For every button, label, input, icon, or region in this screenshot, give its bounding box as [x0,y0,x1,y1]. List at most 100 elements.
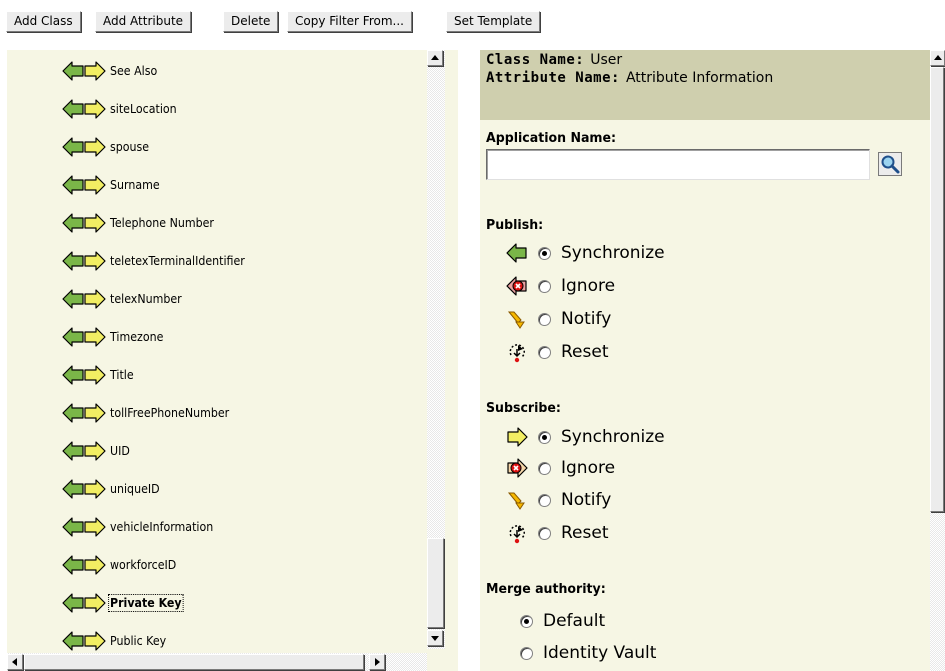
tree-item[interactable]: Public Key [62,628,171,654]
right-arrow-icon [507,427,528,447]
tree-horizontal-scrollbar[interactable] [7,653,427,671]
tree-item-label: Title [110,368,134,382]
tree-item-label: Surname [110,178,160,192]
scroll-right-button[interactable] [369,654,385,670]
tree-item-label: uniqueID [110,482,160,496]
tree-item-label: telexNumber [110,292,182,306]
publish-ignore-radio[interactable] [538,279,551,293]
publish-notify-radio[interactable] [538,312,551,326]
publish-synchronize-radio[interactable] [538,246,551,260]
tree-item[interactable]: siteLocation [62,96,182,122]
tree-item[interactable]: Telephone Number [62,210,223,236]
bidirectional-arrows-icon [62,99,106,119]
merge-default-radio[interactable] [520,614,533,628]
publish-ignore-option[interactable]: Ignore [506,273,615,299]
bidirectional-arrows-icon [62,479,106,499]
publish-synchronize-label: Synchronize [561,243,665,263]
tree-item-label: See Also [110,64,158,78]
attribute-name-row: Attribute Name: Attribute Information [486,70,773,86]
bidirectional-arrows-icon [62,289,106,309]
merge-identity-vault-radio[interactable] [520,646,533,660]
publish-reset-radio[interactable] [538,345,551,359]
subscribe-reset-option[interactable]: Reset [506,520,609,546]
attribute-tree: See Also siteLocation spouse Surname Tel… [7,50,458,671]
tree-item[interactable]: uniqueID [62,476,164,502]
tree-item[interactable]: telexNumber [62,286,188,312]
publish-notify-option[interactable]: Notify [506,306,611,332]
tree-item-label: spouse [110,140,150,154]
browse-button[interactable] [878,152,902,176]
tree-item[interactable]: spouse [62,134,152,160]
ignore-icon [506,276,527,296]
tree-item-label: Private Key [108,594,184,612]
subscribe-notify-option[interactable]: Notify [506,487,611,513]
publish-synchronize-option[interactable]: Synchronize [506,240,665,266]
tree-item[interactable]: Timezone [62,324,168,350]
class-name-label: Class Name: [486,52,585,68]
scroll-thumb[interactable] [24,654,364,670]
left-arrow-icon [506,243,527,263]
scroll-down-button[interactable] [427,630,443,646]
tree-item[interactable]: vehicleInformation [62,514,222,540]
scroll-left-button[interactable] [7,654,23,670]
bidirectional-arrows-icon [62,517,106,537]
tree-vertical-scrollbar[interactable] [427,50,445,649]
tree-item[interactable]: Surname [62,172,164,198]
publish-reset-label: Reset [561,342,609,362]
scroll-up-button[interactable] [930,50,945,66]
notify-icon [507,492,525,510]
arrow-down-icon [431,636,439,641]
attribute-name-value: Attribute Information [625,70,774,86]
tree-item-label: siteLocation [110,102,177,116]
add-attribute-button[interactable]: Add Attribute [95,11,192,32]
subscribe-synchronize-radio[interactable] [538,430,551,444]
tree-item-label: teletexTerminalIdentifier [110,254,245,268]
tree-item[interactable]: workforceID [62,552,182,578]
ignore-icon [507,458,528,478]
toolbar: Add Class Add Attribute Delete Copy Filt… [0,0,945,40]
details-header: Class Name: User Attribute Name: Attribute… [480,50,930,120]
bidirectional-arrows-icon [62,403,106,423]
set-template-button[interactable]: Set Template [446,11,541,32]
arrow-right-icon [375,658,380,666]
subscribe-ignore-option[interactable]: Ignore [506,455,615,481]
class-name-value: User [590,52,623,68]
subscribe-ignore-label: Ignore [561,458,616,478]
delete-button[interactable]: Delete [223,11,279,32]
subscribe-synchronize-option[interactable]: Synchronize [506,424,665,450]
bidirectional-arrows-icon [62,327,106,347]
subscribe-synchronize-label: Synchronize [561,427,665,447]
attribute-details-panel: Class Name: User Attribute Name: Attribute… [480,50,930,671]
arrow-left-icon [12,658,17,666]
scroll-thumb[interactable] [427,538,444,628]
scroll-thumb[interactable] [930,67,944,512]
tree-item-label: workforceID [110,558,177,572]
scroll-up-button[interactable] [427,50,443,66]
tree-item[interactable]: tollFreePhoneNumber [62,400,240,426]
notify-icon [507,311,525,329]
bidirectional-arrows-icon [62,593,106,613]
tree-item[interactable]: teletexTerminalIdentifier [62,248,257,274]
tree-item[interactable]: UID [62,438,132,464]
tree-item-selected[interactable]: Private Key [62,590,188,616]
tree-item[interactable]: Title [62,362,136,388]
tree-item[interactable]: See Also [62,58,161,84]
bidirectional-arrows-icon [62,555,106,575]
merge-identity-vault-option[interactable]: Identity Vault [506,640,656,666]
bidirectional-arrows-icon [62,175,106,195]
subscribe-reset-radio[interactable] [538,526,551,540]
reset-icon [509,525,525,544]
tree-item-label: vehicleInformation [110,520,214,534]
details-vertical-scrollbar[interactable] [930,50,945,671]
publish-reset-option[interactable]: Reset [506,339,609,365]
add-class-button[interactable]: Add Class [6,11,81,32]
bidirectional-arrows-icon [62,631,106,651]
subscribe-ignore-radio[interactable] [538,461,551,475]
publish-notify-label: Notify [561,309,612,329]
reset-icon [509,344,525,363]
magnifier-icon [881,155,900,174]
application-name-input[interactable] [486,149,870,180]
merge-default-option[interactable]: Default [506,608,605,634]
copy-filter-from-button[interactable]: Copy Filter From... [287,11,412,32]
subscribe-notify-radio[interactable] [538,493,551,507]
